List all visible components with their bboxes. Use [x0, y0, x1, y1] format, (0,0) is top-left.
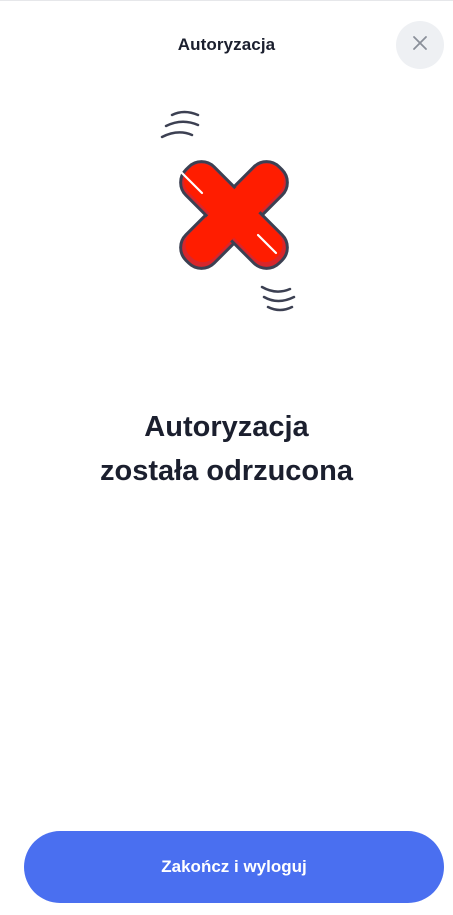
status-message: Autoryzacja została odrzucona: [0, 405, 453, 493]
status-message-line-1: Autoryzacja: [144, 411, 309, 443]
authorization-screen: Autoryzacja Autoryzacja została odrzucon…: [0, 0, 453, 915]
rejected-x-icon: [150, 105, 320, 315]
page-title: Autoryzacja: [177, 35, 276, 54]
close-button[interactable]: [396, 21, 444, 69]
close-icon: [411, 34, 429, 57]
status-message-line-2: została odrzucona: [100, 455, 353, 487]
finish-and-logout-button[interactable]: Zakończ i wyloguj: [24, 831, 444, 903]
